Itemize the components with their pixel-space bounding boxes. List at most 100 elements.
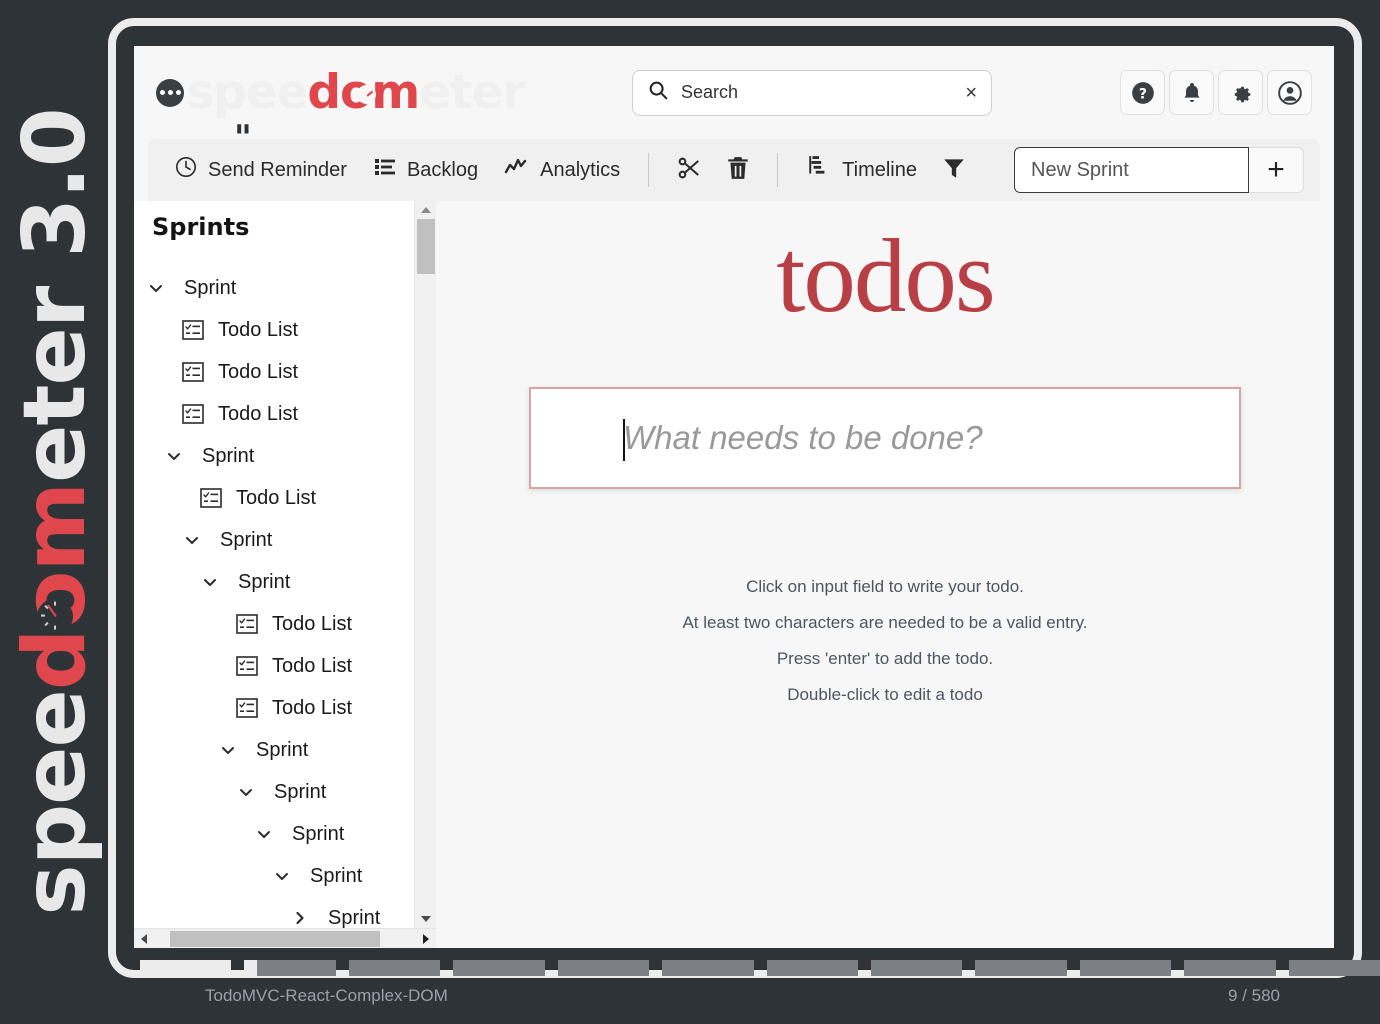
toolbar-cut-button[interactable] [667,149,711,192]
trash-icon [725,155,751,186]
tree-item-sprint[interactable]: Sprint [134,813,414,855]
chevron-down-icon[interactable] [236,784,256,800]
app-window: speedometer " Search × ? [134,46,1334,948]
header-actions: ? [1120,70,1312,115]
bell-icon [1183,82,1200,102]
todo-list-icon [182,362,204,382]
app-body: Sprints Sprint Todo List Todo List Todo Lis… [134,201,1334,948]
tree-item-todo-list[interactable]: Todo List [134,603,414,645]
tree-item-label: Sprint [202,444,255,467]
new-sprint-input[interactable]: New Sprint [1014,147,1249,193]
tree-item-sprint[interactable]: Sprint [134,519,414,561]
tree-item-sprint[interactable]: Sprint [134,561,414,603]
scroll-up-icon[interactable] [415,201,436,219]
toolbar-analytics[interactable]: Analytics [494,149,630,191]
watermark-wordmark: speedom eter 3.0 [5,108,105,915]
vertical-scroll-track[interactable] [415,219,436,910]
sidebar-vertical-scrollbar[interactable] [414,201,436,928]
progress-segment [1184,960,1276,976]
settings-button[interactable] [1218,70,1263,115]
chevron-right-icon[interactable] [290,910,310,926]
chevron-down-icon[interactable] [272,868,292,884]
toolbar-filter-button[interactable] [933,149,975,192]
vertical-scroll-thumb[interactable] [417,219,435,274]
toolbar-delete-button[interactable] [717,149,759,192]
account-button[interactable] [1267,70,1312,115]
new-sprint-group: New Sprint + [1014,147,1304,193]
tree-item-label: Sprint [256,738,309,761]
tree-item-todo-list[interactable]: Todo List [134,645,414,687]
chevron-down-icon[interactable] [182,532,202,548]
progress-segment [453,960,545,976]
user-icon [1277,80,1302,105]
progress-segment [244,960,336,976]
help-icon: ? [1131,81,1154,104]
tree-item-sprint[interactable]: Sprint [134,855,414,897]
sidebar-horizontal-scrollbar[interactable] [134,928,436,948]
timeline-icon [806,154,832,186]
todo-list-icon [200,488,222,508]
todo-list-icon [200,488,222,508]
tree-item-label: Todo List [272,612,353,635]
chevron-down-icon[interactable] [254,826,274,842]
toolbar-divider-2 [777,153,779,187]
watermark-post: eter 3.0 [5,108,105,483]
tree-item-label: Todo List [218,402,299,425]
tree-item-sprint[interactable]: Sprint [134,897,414,928]
horizontal-scroll-thumb[interactable] [170,931,380,947]
todo-list-icon [182,362,204,382]
help-button[interactable]: ? [1120,70,1165,115]
todo-list-icon [236,656,258,676]
tree-item-sprint[interactable]: Sprint [134,771,414,813]
progress-segment [557,960,650,976]
tree-item-todo-list[interactable]: Todo List [134,351,414,393]
tree-item-label: Sprint [220,528,273,551]
brand-text: speedometer [186,69,526,116]
clear-search-icon[interactable]: × [965,83,977,103]
todo-list-icon [236,698,258,718]
scroll-left-icon[interactable] [134,933,154,945]
chevron-down-icon[interactable] [218,742,238,758]
toolbar-backlog[interactable]: Backlog [363,149,488,191]
add-sprint-button[interactable]: + [1249,147,1304,193]
filter-icon [941,155,967,186]
sidebar-inner: Sprints Sprint Todo List Todo List Todo Lis… [134,201,436,928]
scroll-down-icon[interactable] [415,910,436,928]
toolbar-send-reminder[interactable]: Send Reminder [164,149,357,191]
todo-list-icon [236,656,258,676]
notifications-button[interactable] [1169,70,1214,115]
usage-hint: At least two characters are needed to be… [682,613,1088,632]
chevron-down-icon[interactable] [200,574,220,590]
new-todo-placeholder: What needs to be done? [623,419,983,456]
toolbar-timeline[interactable]: Timeline [796,148,927,192]
search-icon [647,79,669,106]
sidebar-title: Sprints [152,213,250,241]
tree-item-sprint[interactable]: Sprint [134,729,414,771]
tree-item-sprint[interactable]: Sprint [134,267,414,309]
brand-logo: speedometer " [156,69,626,155]
clock-icon [174,155,198,185]
toolbar-timeline-label: Timeline [842,158,917,181]
tree-item-todo-list[interactable]: Todo List [134,393,414,435]
tree-item-label: Sprint [184,276,237,299]
scroll-right-icon[interactable] [416,933,436,945]
toolbar-divider-1 [648,153,650,187]
tree-item-todo-list[interactable]: Todo List [134,687,414,729]
benchmark-progress-count: 9 / 580 [1228,986,1280,1005]
todo-list-icon [182,404,204,424]
tree-item-label: Sprint [292,822,345,845]
tree-item-sprint[interactable]: Sprint [134,435,414,477]
progress-segment [662,960,754,976]
tree-item-todo-list[interactable]: Todo List [134,309,414,351]
new-todo-input[interactable]: What needs to be done? [529,387,1241,489]
tree-item-label: Todo List [236,486,317,509]
chevron-down-icon[interactable] [146,280,166,296]
search-input[interactable]: Search × [632,69,992,116]
todo-list-icon [236,614,258,634]
usage-hint: Click on input field to write your todo. [746,577,1024,596]
todo-list-icon [182,320,204,340]
tree-item-todo-list[interactable]: Todo List [134,477,414,519]
chevron-down-icon[interactable] [164,448,184,464]
tree-item-label: Sprint [274,780,327,803]
horizontal-scroll-track[interactable] [154,929,416,948]
